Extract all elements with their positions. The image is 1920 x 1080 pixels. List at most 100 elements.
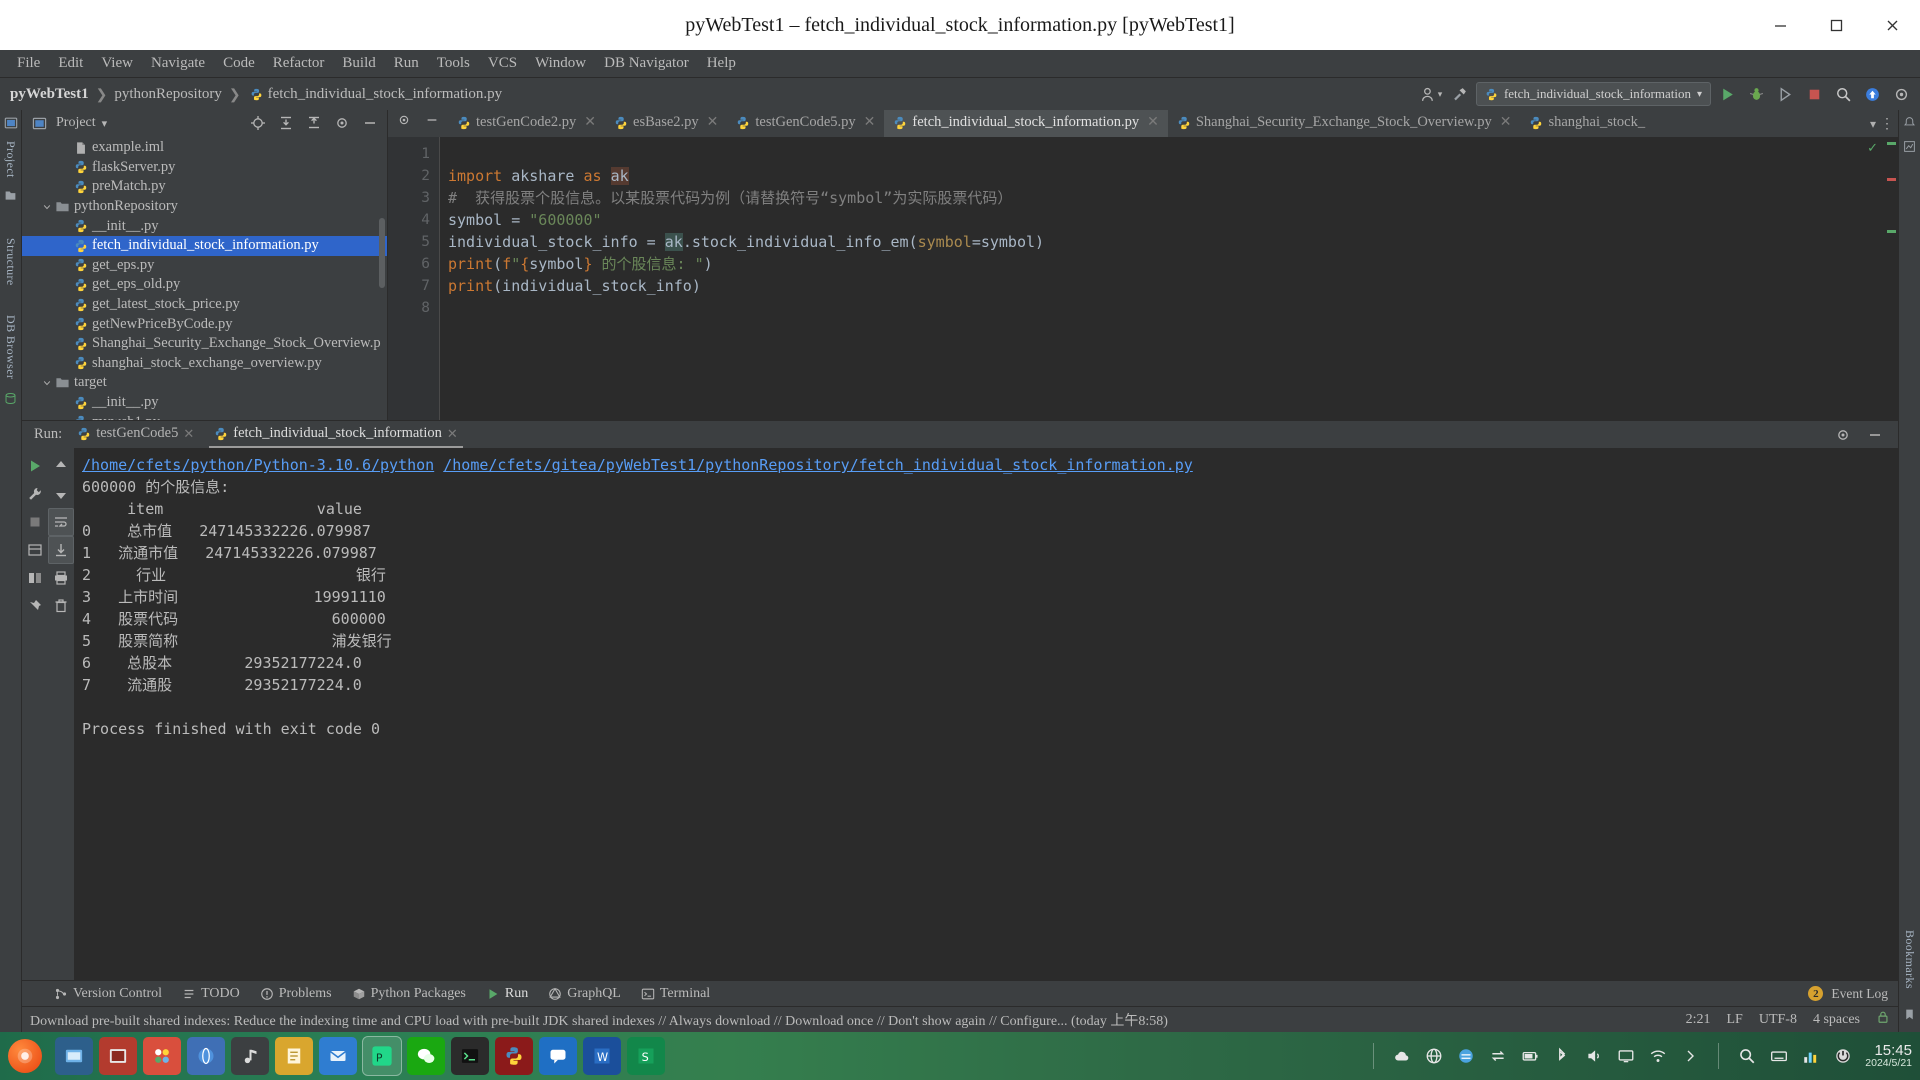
project-tab-icon[interactable] — [4, 116, 18, 130]
breadcrumb-folder[interactable]: pythonRepository — [114, 86, 222, 103]
notification-badge[interactable]: 2 — [1808, 986, 1824, 1001]
menu-run[interactable]: Run — [385, 52, 428, 75]
scroll-up-icon[interactable] — [48, 452, 74, 480]
run-tab-testgencode5[interactable]: testGenCode5 ✕ — [72, 421, 199, 448]
globe-icon[interactable] — [1424, 1046, 1444, 1066]
editor-tab[interactable]: testGenCode2.py ✕ — [448, 110, 605, 137]
chevron-down-icon[interactable] — [40, 378, 54, 388]
editor-tab[interactable]: Shanghai_Security_Exchange_Stock_Overvie… — [1168, 110, 1521, 137]
status-message[interactable]: Download pre-built shared indexes: Reduc… — [30, 1010, 1168, 1030]
menu-db-navigator[interactable]: DB Navigator — [595, 52, 698, 75]
soft-wrap-icon[interactable] — [48, 508, 74, 536]
lock-icon[interactable] — [1876, 1010, 1890, 1029]
rerun-icon[interactable] — [22, 452, 48, 480]
menu-build[interactable]: Build — [333, 52, 384, 75]
menu-view[interactable]: View — [92, 52, 142, 75]
toolwindow-button-run[interactable]: Run — [478, 984, 536, 1004]
close-icon[interactable]: ✕ — [447, 426, 458, 442]
sync-icon[interactable] — [1488, 1046, 1508, 1066]
favorites-icon[interactable] — [4, 189, 18, 203]
chart-icon[interactable] — [1801, 1046, 1821, 1066]
menu-file[interactable]: File — [8, 52, 49, 75]
breadcrumb-project[interactable]: pyWebTest1 — [10, 86, 89, 103]
breadcrumb-file[interactable]: fetch_individual_stock_information.py — [268, 86, 503, 103]
inspection-status-icon[interactable]: ✓ — [1867, 140, 1878, 156]
gear-icon[interactable] — [397, 113, 411, 132]
toolwindow-button-version-control[interactable]: Version Control — [46, 984, 170, 1004]
taskbar-clock[interactable]: 15:45 2024/5/21 — [1865, 1042, 1912, 1070]
code-content[interactable]: import akshare as ak # 获得股票个股信息。以某股票代码为例（… — [440, 137, 1898, 420]
menu-edit[interactable]: Edit — [49, 52, 92, 75]
wifi-icon[interactable] — [1648, 1046, 1668, 1066]
taskbar-wechat-icon[interactable] — [407, 1037, 445, 1075]
close-icon[interactable]: ✕ — [1147, 114, 1159, 131]
display-icon[interactable] — [1616, 1046, 1636, 1066]
expand-all-icon[interactable] — [275, 112, 297, 134]
run-configuration-selector[interactable]: fetch_individual_stock_information ▾ — [1475, 82, 1711, 106]
menu-vcs[interactable]: VCS — [479, 52, 526, 75]
debug-icon[interactable] — [1743, 82, 1769, 106]
search-icon[interactable] — [1830, 82, 1856, 106]
layout-icon[interactable] — [22, 564, 48, 592]
chevron-down-icon[interactable] — [40, 202, 54, 212]
script-path-link[interactable]: /home/cfets/gitea/pyWebTest1/pythonRepos… — [443, 456, 1193, 474]
rail-item-db-browser[interactable]: DB Browser — [3, 309, 18, 385]
project-tree-scrollbar[interactable] — [379, 218, 385, 288]
editor-tab[interactable]: testGenCode5.py ✕ — [727, 110, 884, 137]
coverage-icon[interactable] — [1772, 82, 1798, 106]
toolwindow-button-todo[interactable]: TODO — [174, 984, 248, 1004]
sciview-icon[interactable] — [1903, 140, 1917, 154]
print-icon[interactable] — [48, 564, 74, 592]
event-log-button[interactable]: Event Log — [1831, 986, 1888, 1002]
indent-setting[interactable]: 4 spaces — [1813, 1012, 1860, 1028]
menu-tools[interactable]: Tools — [428, 52, 479, 75]
caret-position[interactable]: 2:21 — [1686, 1012, 1711, 1028]
project-tree[interactable]: example.iml flaskServer.py preMatch.py pyth… — [22, 136, 387, 420]
hide-panel-icon[interactable] — [359, 112, 381, 134]
taskbar-chat-icon[interactable] — [539, 1037, 577, 1075]
python-interpreter-link[interactable]: /home/cfets/python/Python-3.10.6/python — [82, 456, 434, 474]
tree-item[interactable]: get_eps.py — [22, 256, 387, 276]
rail-item-bookmarks[interactable]: Bookmarks — [1902, 924, 1917, 995]
menu-refactor[interactable]: Refactor — [264, 52, 334, 75]
trash-icon[interactable] — [48, 592, 74, 620]
menu-window[interactable]: Window — [526, 52, 595, 75]
tab-list-chevron-icon[interactable]: ▾ — [1870, 117, 1876, 131]
editor-tab[interactable]: esBase2.py ✕ — [605, 110, 727, 137]
run-tab-fetch-individual-stock-information[interactable]: fetch_individual_stock_information ✕ — [209, 421, 463, 448]
tree-item[interactable]: fetch_individual_stock_information.py — [22, 235, 387, 256]
locate-icon[interactable] — [247, 112, 269, 134]
editor-tab[interactable]: fetch_individual_stock_information.py ✕ — [884, 110, 1168, 137]
taskbar-mail-icon[interactable] — [319, 1037, 357, 1075]
hammer-icon[interactable] — [1447, 82, 1473, 106]
menu-help[interactable]: Help — [698, 52, 745, 75]
settings-icon[interactable] — [1888, 82, 1914, 106]
stop-icon[interactable] — [1801, 82, 1827, 106]
scroll-down-icon[interactable] — [48, 480, 74, 508]
bookmark-icon[interactable] — [1903, 1008, 1917, 1022]
close-icon[interactable]: ✕ — [1500, 114, 1512, 131]
start-button[interactable] — [8, 1039, 42, 1073]
editor-more-icon[interactable]: ⋮ — [1880, 115, 1894, 132]
rail-item-project[interactable]: Project — [3, 135, 18, 184]
taskbar-browser-icon[interactable] — [187, 1037, 225, 1075]
tree-item[interactable]: get_eps_old.py — [22, 275, 387, 295]
wrench-icon[interactable] — [22, 480, 48, 508]
collapse-all-icon[interactable] — [303, 112, 325, 134]
menu-code[interactable]: Code — [214, 52, 264, 75]
toolwindow-button-terminal[interactable]: Terminal — [633, 984, 718, 1004]
minimize-icon[interactable] — [1864, 424, 1886, 446]
tree-item[interactable]: pythonRepository — [22, 197, 387, 217]
code-editor[interactable]: 1 2 3 4 5 6 7 8 import akshare as ak # 获得股票个股信息。… — [388, 137, 1898, 420]
close-icon[interactable]: ✕ — [584, 114, 596, 131]
gear-icon[interactable] — [1832, 424, 1854, 446]
tree-item[interactable]: getNewPriceByCode.py — [22, 314, 387, 334]
stop-icon[interactable] — [22, 508, 48, 536]
rail-item-structure[interactable]: Structure — [3, 232, 18, 292]
taskbar-music-icon[interactable] — [231, 1037, 269, 1075]
grid-icon[interactable] — [22, 536, 48, 564]
notifications-icon[interactable] — [1903, 116, 1917, 130]
taskbar-files-icon[interactable] — [55, 1037, 93, 1075]
editor-tab[interactable]: shanghai_stock_ — [1520, 110, 1654, 137]
close-icon[interactable]: ✕ — [707, 114, 719, 131]
